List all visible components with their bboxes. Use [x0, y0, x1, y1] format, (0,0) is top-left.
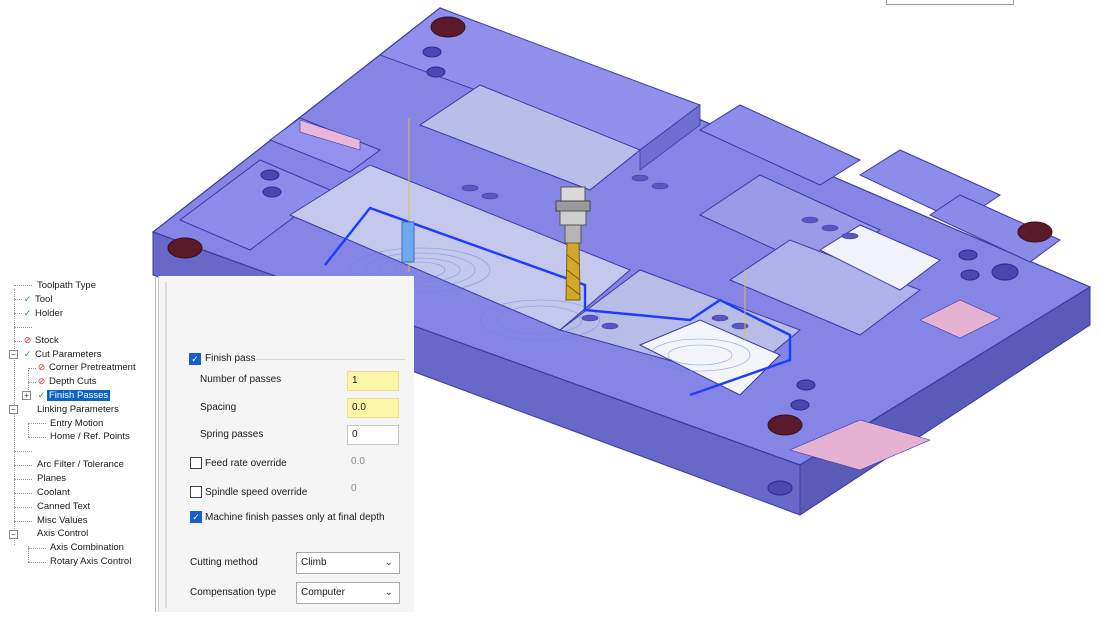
- finish-passes-panel: ✓ Finish pass Number of passes 1 Spacing…: [158, 276, 414, 612]
- spindle-speed-override-input: 0: [351, 483, 357, 494]
- checkmark-icon: ✓: [23, 308, 32, 318]
- checkmark-icon: ✓: [23, 349, 32, 359]
- tree-item-axis-control[interactable]: Axis Control: [35, 527, 90, 540]
- finish-pass-checkbox-row[interactable]: ✓ Finish pass: [189, 352, 256, 366]
- tree-item-entry-motion[interactable]: Entry Motion: [48, 417, 105, 430]
- minus-expander-icon[interactable]: −: [9, 530, 18, 539]
- compensation-type-value: Computer: [301, 587, 345, 598]
- feed-rate-override-label: Feed rate override: [205, 457, 287, 469]
- tree-item-axis-combination[interactable]: Axis Combination: [48, 541, 126, 554]
- machine-finish-final-depth-row[interactable]: ✓ Machine finish passes only at final de…: [190, 510, 385, 524]
- feed-rate-override-checkbox[interactable]: [190, 457, 202, 469]
- panel-divider: [165, 282, 167, 608]
- minus-expander-icon[interactable]: −: [9, 350, 18, 359]
- tree-item-finish-passes[interactable]: ✓ Finish Passes: [36, 389, 111, 402]
- chevron-down-icon: ⌄: [384, 587, 393, 598]
- tree-item-rotary-axis-control[interactable]: Rotary Axis Control: [48, 555, 133, 568]
- tree-item-coolant[interactable]: Coolant: [35, 486, 72, 499]
- tree-item-canned-text[interactable]: Canned Text: [35, 500, 92, 513]
- number-of-passes-input[interactable]: 1: [347, 371, 399, 391]
- number-of-passes-label: Number of passes: [200, 374, 282, 385]
- spring-passes-label: Spring passes: [200, 429, 264, 440]
- cutting-method-value: Climb: [301, 557, 327, 568]
- tree-item-planes[interactable]: Planes: [35, 472, 68, 485]
- viewport-overlay-box: [886, 0, 1014, 5]
- tree-item-cut-parameters[interactable]: ✓ Cut Parameters: [22, 348, 104, 361]
- compensation-type-label: Compensation type: [190, 587, 277, 598]
- spring-passes-input[interactable]: 0: [347, 425, 399, 445]
- checkmark-icon: ✓: [23, 294, 32, 304]
- cutting-method-label: Cutting method: [190, 557, 258, 568]
- feed-rate-override-row[interactable]: Feed rate override: [190, 456, 287, 470]
- spindle-speed-override-row[interactable]: Spindle speed override: [190, 485, 307, 499]
- finish-pass-label: Finish pass: [205, 353, 256, 364]
- group-rule: [255, 359, 405, 360]
- spindle-speed-override-checkbox[interactable]: [190, 486, 202, 498]
- tree-item-holder[interactable]: ✓ Holder: [22, 307, 65, 320]
- checkmark-icon: ✓: [37, 390, 46, 400]
- tree-item-misc-values[interactable]: Misc Values: [35, 514, 90, 527]
- chevron-down-icon: ⌄: [384, 557, 393, 568]
- spindle-speed-override-label: Spindle speed override: [205, 486, 308, 498]
- tree-item-linking-parameters[interactable]: Linking Parameters: [35, 403, 121, 416]
- feed-rate-override-input: 0.0: [351, 456, 365, 467]
- checkbox-check-icon[interactable]: ✓: [189, 353, 201, 365]
- cutting-method-select[interactable]: Climb ⌄: [296, 552, 400, 574]
- tree-item-tool[interactable]: ✓ Tool: [22, 293, 54, 306]
- checkbox-check-icon[interactable]: ✓: [190, 511, 202, 523]
- minus-expander-icon[interactable]: −: [9, 405, 18, 414]
- tree-item-depth-cuts[interactable]: ⊘ Depth Cuts: [36, 375, 99, 388]
- tree-item-home-ref-points[interactable]: Home / Ref. Points: [48, 430, 132, 443]
- tree-item-arc-filter-tolerance[interactable]: Arc Filter / Tolerance: [35, 458, 126, 471]
- tree-item-corner-pretreatment[interactable]: ⊘ Corner Pretreatment: [36, 361, 138, 374]
- parameter-tree: Toolpath Type ✓ Tool ✓ Holder ⊘ Stock − ✓ Cu…: [0, 276, 156, 612]
- spacing-input[interactable]: 0.0: [347, 398, 399, 418]
- prohibited-icon: ⊘: [23, 335, 32, 345]
- tree-item-stock[interactable]: ⊘ Stock: [22, 334, 61, 347]
- compensation-type-select[interactable]: Computer ⌄: [296, 582, 400, 604]
- prohibited-icon: ⊘: [37, 376, 46, 386]
- prohibited-icon: ⊘: [37, 362, 46, 372]
- machine-finish-final-depth-label: Machine finish passes only at final dept…: [205, 511, 385, 523]
- tree-item-toolpath-type[interactable]: Toolpath Type: [35, 279, 98, 292]
- spacing-label: Spacing: [200, 402, 237, 413]
- plus-expander-icon[interactable]: +: [22, 391, 31, 400]
